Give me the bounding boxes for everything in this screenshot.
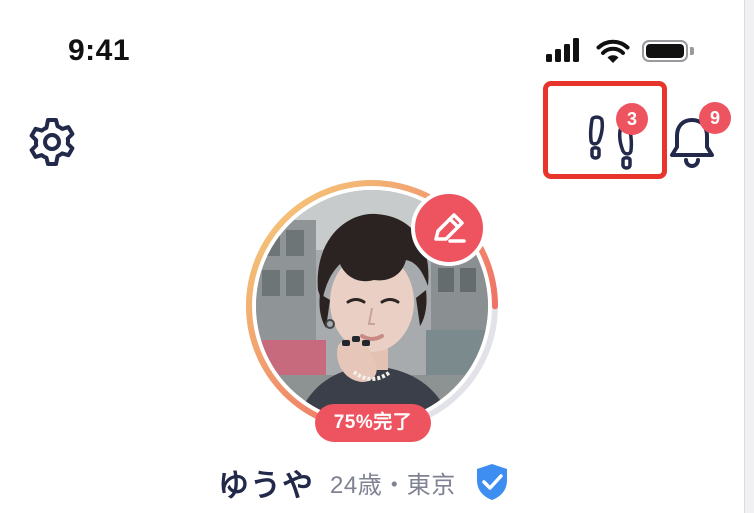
pencil-icon (434, 213, 466, 243)
screen-edge-line (744, 0, 745, 513)
profile-completion-badge: 75%完了 (315, 404, 431, 442)
battery-icon (642, 40, 688, 62)
footprints-badge: 3 (616, 103, 648, 135)
profile-name-row: ゆうや 24歳・東京 (218, 462, 510, 503)
notifications-button[interactable]: 9 (668, 102, 738, 174)
profile-name: ゆうや (218, 467, 314, 503)
verified-shield-icon (476, 464, 507, 500)
status-icons (546, 38, 698, 66)
edit-profile-button[interactable] (411, 190, 487, 266)
profile-age-location: 24歳・東京 (330, 471, 456, 499)
profile-screen: 9:41 3 9 75%完了 ゆうや 24歳・東京 (0, 0, 744, 513)
cellular-signal-icon (546, 38, 582, 62)
avatar-container: 75%完了 (244, 178, 500, 442)
battery-cap (690, 47, 694, 55)
footprints-button[interactable]: 3 (543, 81, 667, 179)
wifi-icon (596, 39, 630, 63)
status-time: 9:41 (68, 34, 131, 67)
screen-edge (744, 0, 754, 513)
gear-icon[interactable] (26, 116, 78, 168)
notifications-badge: 9 (699, 102, 731, 134)
